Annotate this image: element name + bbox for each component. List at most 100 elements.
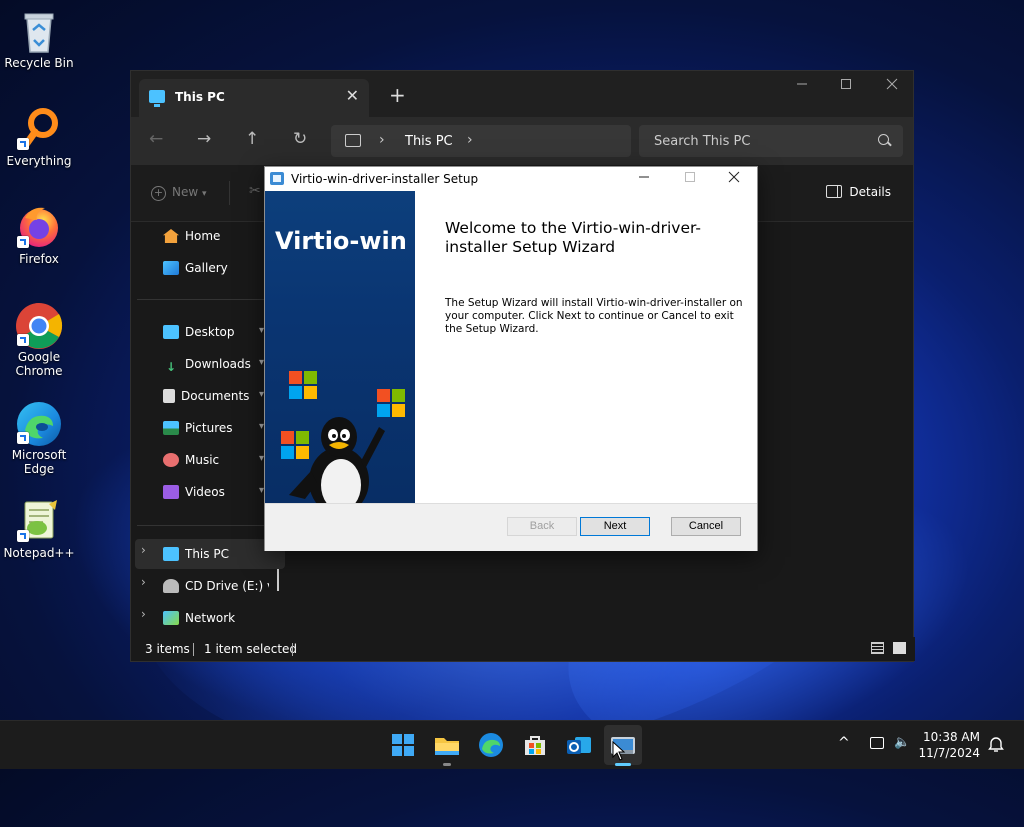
list-view-icon[interactable] <box>871 642 884 654</box>
details-pane-icon <box>826 185 843 198</box>
breadcrumb-chevron-icon[interactable]: › <box>379 132 385 148</box>
gallery-icon <box>163 261 179 275</box>
up-button[interactable]: ↑ <box>245 129 259 149</box>
toolbar-divider <box>229 181 230 205</box>
new-tab-button[interactable]: + <box>389 83 406 107</box>
taskbar-store[interactable] <box>521 731 549 759</box>
desktop-icon-recycle-bin[interactable]: Recycle Bin <box>0 8 78 70</box>
desktop-icon-label: Firefox <box>19 252 59 266</box>
address-bar[interactable]: › This PC › <box>331 125 631 157</box>
dialog-title-bar: Virtio-win-driver-installer Setup <box>265 167 757 191</box>
monitor-icon <box>149 90 165 107</box>
details-button[interactable]: Details <box>826 185 891 199</box>
dialog-close-button[interactable] <box>711 167 757 191</box>
search-box[interactable]: Search This PC <box>639 125 903 157</box>
taskbar-file-explorer[interactable] <box>433 731 461 759</box>
tiles-view-icon[interactable] <box>893 642 906 654</box>
sidebar-item-desktop[interactable]: Desktop <box>163 321 235 343</box>
desktop-icon-everything[interactable]: Everything <box>0 106 78 168</box>
welcome-heading: Welcome to the Virtio-win-driver-install… <box>445 219 701 256</box>
taskbar-outlook[interactable] <box>565 731 593 759</box>
cut-icon[interactable]: ✂ <box>249 183 261 199</box>
sidebar-item-videos[interactable]: Videos <box>163 481 225 503</box>
plus-icon: + <box>151 186 166 201</box>
sidebar-item-network[interactable]: Network <box>163 607 235 629</box>
sidebar-item-gallery[interactable]: Gallery <box>163 257 228 279</box>
sidebar-item-pictures[interactable]: Pictures <box>163 417 233 439</box>
minimize-icon <box>797 83 807 85</box>
wizard-banner: Virtio-win <box>265 191 415 503</box>
store-icon <box>525 736 545 755</box>
maximize-button[interactable] <box>823 71 869 101</box>
next-button[interactable]: Next <box>580 517 650 536</box>
sidebar-scrollbar[interactable] <box>277 569 279 591</box>
explorer-tab-bar: This PC ✕ + <box>131 71 913 117</box>
sidebar-item-label: Documents <box>181 389 250 403</box>
download-arrow-icon: ↓ <box>165 360 177 374</box>
outlook-new-icon <box>567 737 591 754</box>
sidebar-item-home[interactable]: Home <box>163 225 220 247</box>
close-icon <box>728 171 740 183</box>
refresh-button[interactable]: ↻ <box>293 129 307 149</box>
sidebar-item-downloads[interactable]: ↓ Downloads <box>163 353 251 375</box>
new-button[interactable]: + New ▾ <box>151 185 207 201</box>
banner-title: Virtio-win <box>275 227 407 255</box>
minimize-icon <box>639 176 649 178</box>
sidebar-item-label: Desktop <box>185 325 235 339</box>
sidebar-item-documents[interactable]: Documents <box>163 385 249 407</box>
desktop-icon-microsoft-edge[interactable]: Microsoft Edge <box>0 400 78 476</box>
sidebar-item-label: This PC <box>185 547 229 561</box>
close-button[interactable] <box>869 71 915 101</box>
network-status-icon[interactable] <box>870 737 884 749</box>
everything-icon <box>17 106 61 150</box>
document-icon <box>163 389 175 403</box>
expand-chevron-icon[interactable]: › <box>141 607 146 621</box>
explorer-nav-bar: ← → ↑ ↻ › This PC › Search This PC <box>131 117 913 165</box>
taskbar-clock[interactable]: 10:38 AM 11/7/2024 <box>918 729 980 761</box>
notification-bell-icon[interactable] <box>988 735 1004 753</box>
cd-drive-icon <box>163 579 179 593</box>
mouse-cursor-icon <box>612 741 626 761</box>
navigation-pane: Home Gallery Desktop ▾ ↓ Downloads ▾ Docu… <box>131 221 285 641</box>
status-item-count: 3 items <box>145 642 190 656</box>
status-separator <box>292 643 293 656</box>
sidebar-item-cd-drive[interactable]: CD Drive (E:) virt <box>163 575 269 597</box>
chevron-down-icon: ▾ <box>202 189 207 199</box>
taskbar-edge[interactable] <box>477 731 505 759</box>
tab-this-pc[interactable]: This PC ✕ <box>139 79 369 117</box>
desktop-icon-notepad-plus-plus[interactable]: Notepad++ <box>0 498 78 560</box>
cancel-button[interactable]: Cancel <box>671 517 741 536</box>
search-icon <box>878 134 889 145</box>
notepad-plus-plus-icon <box>17 498 61 542</box>
desktop-icon-label: Google Chrome <box>15 350 63 378</box>
status-selected-count: 1 item selected <box>204 642 298 656</box>
sidebar-item-this-pc[interactable]: This PC <box>163 543 229 565</box>
sidebar-item-label: Home <box>185 229 221 243</box>
dialog-minimize-button[interactable] <box>621 167 667 191</box>
expand-chevron-icon[interactable]: › <box>141 575 146 589</box>
tab-close-icon[interactable]: ✕ <box>346 86 359 105</box>
sidebar-item-music[interactable]: Music <box>163 449 219 471</box>
forward-button[interactable]: → <box>197 129 211 149</box>
desktop-icon-label: Notepad++ <box>3 546 75 560</box>
videos-icon <box>163 485 179 499</box>
back-button: Back <box>507 517 577 536</box>
expand-chevron-icon[interactable]: › <box>141 543 146 557</box>
sidebar-item-label: Gallery <box>185 261 228 275</box>
desktop-icon-google-chrome[interactable]: Google Chrome <box>0 302 78 378</box>
volume-muted-icon[interactable]: 🔈 <box>894 735 910 750</box>
close-icon <box>886 78 898 90</box>
breadcrumb-this-pc[interactable]: This PC <box>405 134 453 149</box>
dialog-title: Virtio-win-driver-installer Setup <box>291 172 479 186</box>
show-hidden-icons-chevron-icon[interactable]: ^ <box>838 735 850 751</box>
start-button[interactable] <box>389 731 417 759</box>
home-icon <box>163 229 179 243</box>
status-separator <box>193 643 194 656</box>
sidebar-item-label: Downloads <box>185 357 251 371</box>
desktop-icon-label: Everything <box>6 154 72 168</box>
setup-wizard-dialog: Virtio-win-driver-installer Setup Virtio… <box>264 166 758 551</box>
minimize-button[interactable] <box>779 71 825 101</box>
breadcrumb-chevron-icon[interactable]: › <box>467 132 473 148</box>
desktop-icon-firefox[interactable]: Firefox <box>0 204 78 266</box>
back-button[interactable]: ← <box>149 129 163 149</box>
